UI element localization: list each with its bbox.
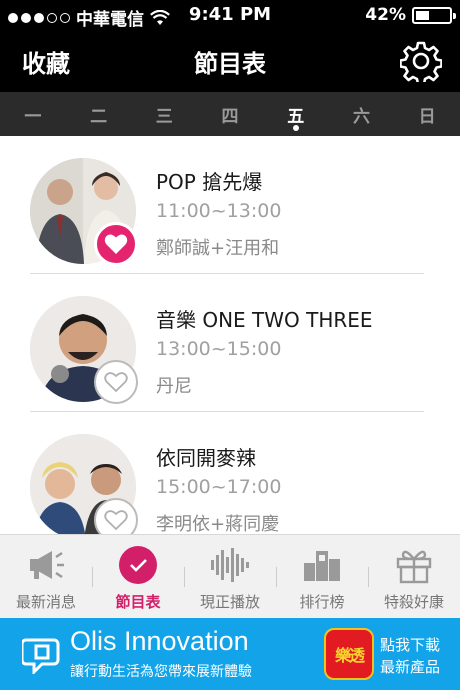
program-title: 依同開麥辣 <box>156 446 256 470</box>
tab-schedule[interactable]: 節目表 <box>92 535 184 618</box>
day-tab[interactable]: 一 <box>0 92 66 136</box>
settings-gear-icon[interactable] <box>400 40 442 82</box>
tab-label: 排行榜 <box>299 593 345 611</box>
tab-deals[interactable]: 特殺好康 <box>368 535 460 618</box>
program-title: POP 搶先爆 <box>156 170 263 194</box>
promo-banner[interactable]: Olis Innovation 讓行動生活為您帶來展新體驗 樂透 點我下載 最新… <box>0 618 460 690</box>
program-item[interactable]: 依同開麥辣 15:00~17:00 李明依+蔣同慶 <box>0 412 460 534</box>
program-hosts: 李明依+蔣同慶 <box>156 514 280 534</box>
battery-percent: 42% <box>365 5 406 25</box>
battery-fill <box>416 10 430 20</box>
program-title: 音樂 ONE TWO THREE <box>156 308 373 332</box>
program-item[interactable]: 音樂 ONE TWO THREE 13:00~15:00 丹尼 <box>0 274 460 412</box>
day-tab[interactable]: 三 <box>131 92 197 136</box>
program-hosts: 鄭師誠+汪用和 <box>156 238 280 259</box>
banner-cta-line2[interactable]: 最新產品 <box>380 656 440 677</box>
tab-label: 節目表 <box>115 593 161 611</box>
tab-now-playing[interactable]: 現正播放 <box>184 535 276 618</box>
day-tab[interactable]: 日 <box>394 92 460 136</box>
podium-icon <box>304 551 340 581</box>
tab-label: 現正播放 <box>199 593 260 611</box>
favorite-heart-icon[interactable] <box>94 498 138 534</box>
program-time: 15:00~17:00 <box>156 476 282 498</box>
day-tab[interactable]: 四 <box>197 92 263 136</box>
app-header: 收藏 節目表 <box>0 30 460 92</box>
program-hosts: 丹尼 <box>156 376 192 397</box>
bottom-tab-bar: 最新消息 節目表 現正播放 排行榜 特殺好康 <box>0 534 460 618</box>
tab-label: 特殺好康 <box>383 593 444 611</box>
program-time: 13:00~15:00 <box>156 338 282 360</box>
olis-logo-icon <box>22 638 60 674</box>
day-tabs: 一二三四五六日 <box>0 92 460 136</box>
day-tab[interactable]: 二 <box>66 92 132 136</box>
lottery-app-icon[interactable]: 樂透 <box>324 628 374 680</box>
favorite-heart-icon[interactable] <box>94 360 138 404</box>
battery-icon <box>412 6 456 24</box>
status-bar: 中華電信 9:41 PM 42% <box>0 0 460 30</box>
page-title: 節目表 <box>194 50 266 78</box>
battery-status: 42% <box>365 5 456 25</box>
megaphone-icon <box>30 551 64 579</box>
tab-label: 最新消息 <box>15 593 76 611</box>
banner-brand: Olis Innovation <box>70 626 249 656</box>
favorite-heart-icon[interactable] <box>94 222 138 266</box>
program-time: 11:00~13:00 <box>156 200 282 222</box>
program-item[interactable]: POP 搶先爆 11:00~13:00 鄭師誠+汪用和 <box>0 136 460 274</box>
program-list: POP 搶先爆 11:00~13:00 鄭師誠+汪用和 音樂 ONE TWO T… <box>0 136 460 534</box>
banner-tagline: 讓行動生活為您帶來展新體驗 <box>70 664 252 680</box>
gift-icon <box>396 550 432 584</box>
soundwave-icon <box>211 548 249 582</box>
banner-cta-line1[interactable]: 點我下載 <box>380 634 440 655</box>
tab-news[interactable]: 最新消息 <box>0 535 92 618</box>
clock-icon <box>119 546 157 584</box>
day-tab[interactable]: 五 <box>263 92 329 136</box>
day-tab[interactable]: 六 <box>329 92 395 136</box>
tab-ranking[interactable]: 排行榜 <box>276 535 368 618</box>
